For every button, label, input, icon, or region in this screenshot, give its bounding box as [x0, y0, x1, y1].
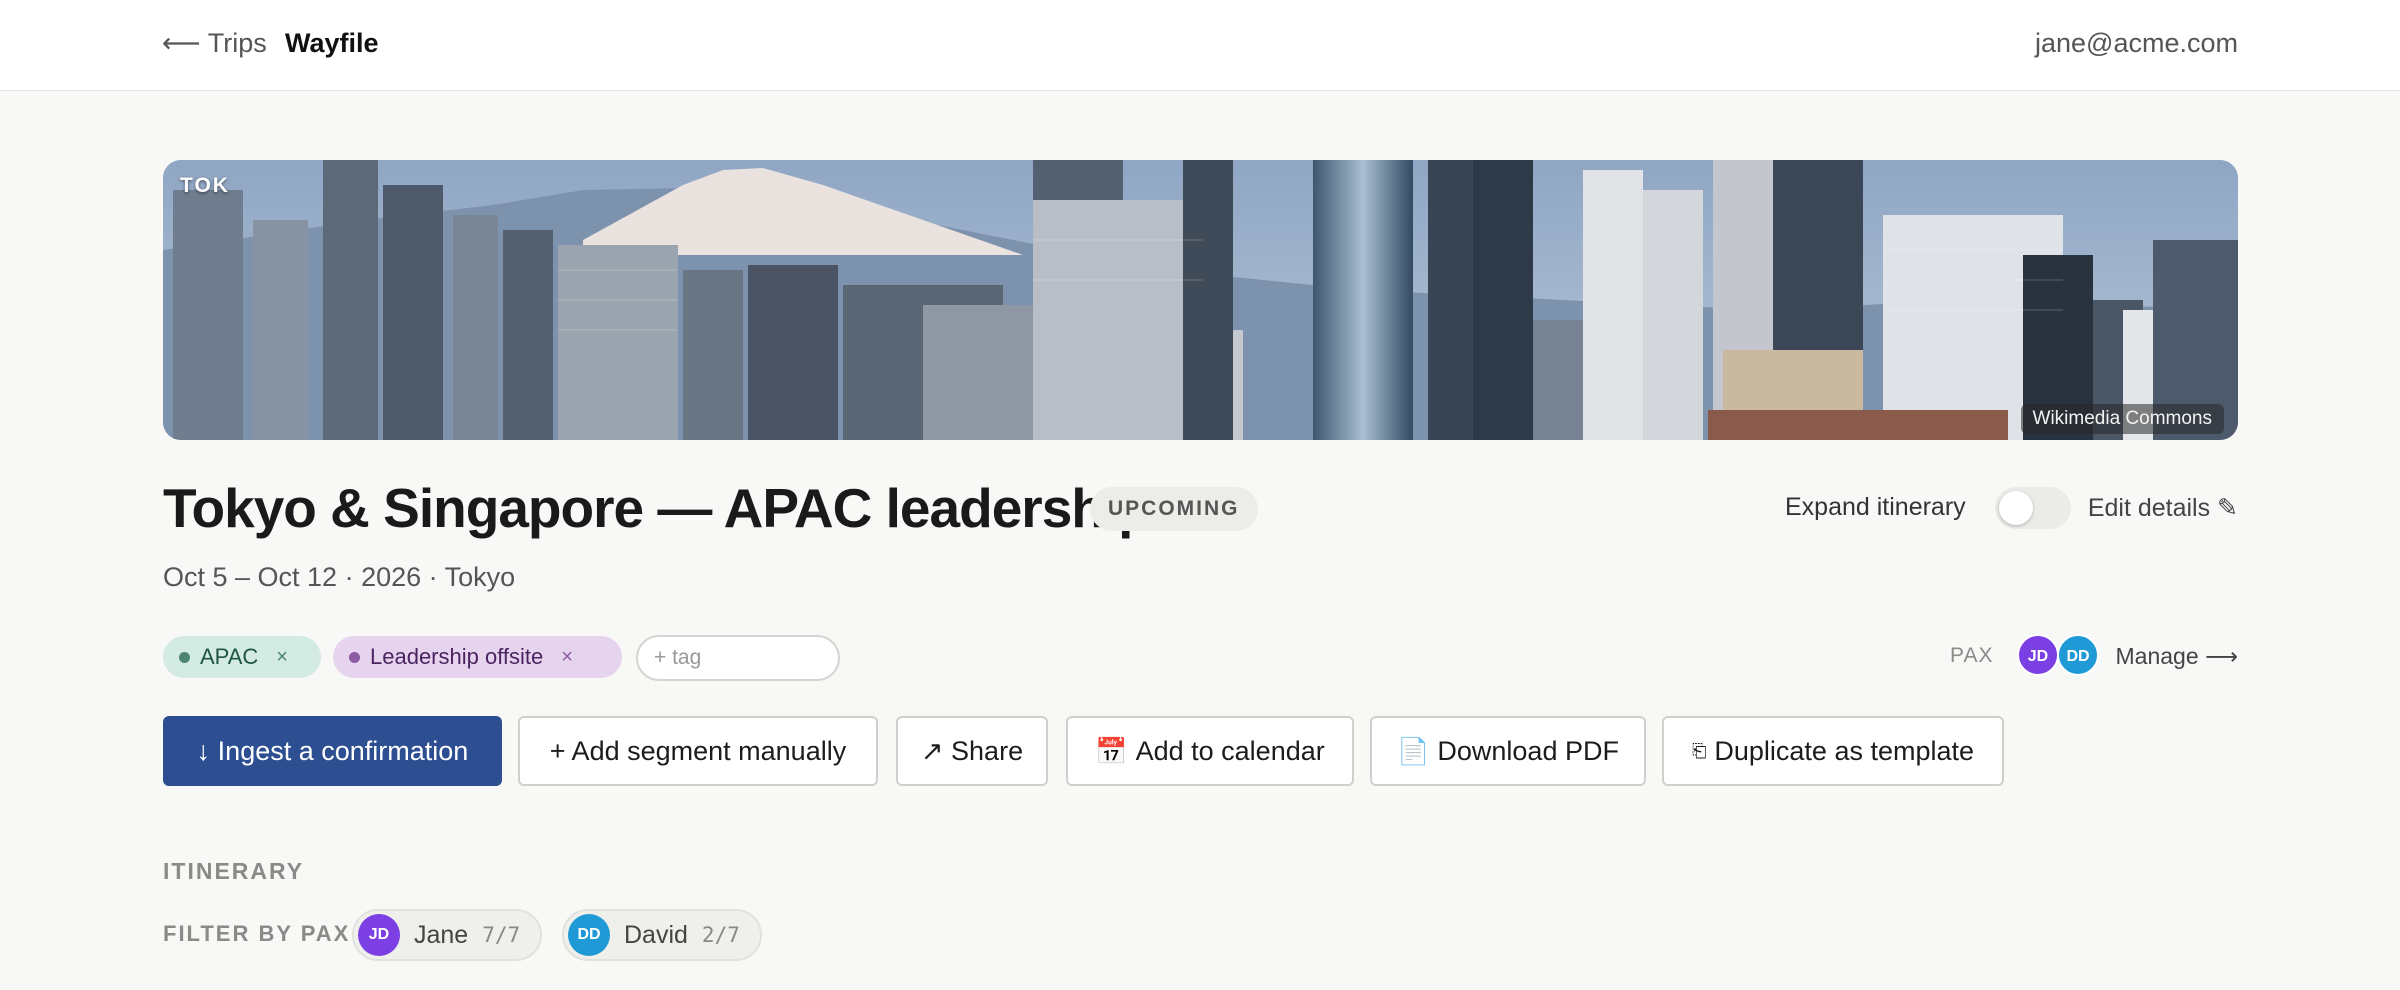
add-to-calendar-button[interactable]: 📅 Add to calendar	[1066, 716, 1354, 786]
status-badge: UPCOMING	[1090, 487, 1258, 531]
tag-label: APAC	[200, 644, 259, 669]
download-pdf-button[interactable]: 📄 Download PDF	[1370, 716, 1646, 786]
destination-code: TOK	[180, 174, 230, 197]
duplicate-template-button[interactable]: ⎗ Duplicate as template	[1662, 716, 2004, 786]
pax-filter-chip-jane[interactable]: JD Jane 7/7	[352, 909, 543, 961]
top-bar: ⟵ Trips Wayfile jane@acme.com	[0, 0, 2400, 91]
tag-label: Leadership offsite	[370, 644, 544, 669]
user-email[interactable]: jane@acme.com	[2035, 28, 2238, 59]
manage-pax-link[interactable]: Manage ⟶	[2116, 643, 2238, 670]
share-label: ↗ Share	[920, 735, 1024, 766]
trip-hero-image: TOK Wikimedia Commons	[163, 160, 2238, 440]
avatar: DD	[568, 914, 610, 956]
expand-itinerary-label: Expand itinerary	[1785, 493, 1966, 521]
trip-title: Tokyo & Singapore — APAC leadership	[163, 477, 1152, 539]
pax-filter-chip-david[interactable]: DD David 2/7	[562, 909, 762, 961]
copy-icon: ⎗	[1691, 740, 1707, 761]
pax-name: David	[624, 920, 688, 949]
avatar[interactable]: JD	[2017, 634, 2059, 676]
calendar-icon: 📅	[1095, 735, 1128, 766]
avatar[interactable]: DD	[2057, 634, 2099, 676]
add-segment-label: + Add segment manually	[549, 735, 847, 766]
tag-dot-icon	[179, 651, 190, 663]
toggle-knob	[1999, 491, 2033, 525]
ingest-label: ↓ Ingest a confirmation	[196, 735, 469, 766]
tag-apac[interactable]: APAC ×	[163, 636, 321, 678]
add-segment-button[interactable]: + Add segment manually	[518, 716, 878, 786]
edit-details-button[interactable]: Edit details ✎	[2088, 493, 2238, 523]
expand-itinerary-toggle[interactable]	[1995, 487, 2071, 529]
ingest-confirmation-button[interactable]: ↓ Ingest a confirmation	[163, 716, 502, 786]
remove-tag-icon[interactable]: ×	[276, 646, 288, 669]
share-button[interactable]: ↗ Share	[896, 716, 1048, 786]
remove-tag-icon[interactable]: ×	[561, 646, 573, 669]
avatar: JD	[358, 914, 400, 956]
image-credit[interactable]: Wikimedia Commons	[2020, 404, 2224, 434]
duplicate-template-label: Duplicate as template	[1714, 735, 1975, 766]
trip-dates-location: Oct 5 – Oct 12 · 2026 · Tokyo	[163, 562, 516, 592]
add-to-calendar-label: Add to calendar	[1135, 735, 1325, 766]
brand-logo[interactable]: Wayfile	[285, 28, 379, 59]
document-icon: 📄	[1397, 735, 1430, 766]
add-tag-input[interactable]: + tag	[636, 635, 840, 681]
tag-dot-icon	[349, 651, 360, 663]
tag-leadership-offsite[interactable]: Leadership offsite ×	[333, 636, 622, 678]
pax-segment-count: 2/7	[701, 923, 740, 947]
filter-by-pax-label: FILTER BY PAX	[163, 921, 351, 946]
tokyo-skyline-image	[163, 160, 2238, 440]
download-pdf-label: Download PDF	[1437, 735, 1619, 766]
itinerary-heading: ITINERARY	[163, 858, 305, 884]
pax-name: Jane	[414, 920, 469, 949]
pax-label: PAX	[1950, 644, 1994, 667]
pax-segment-count: 7/7	[482, 923, 521, 947]
back-to-trips-link[interactable]: ⟵ Trips	[162, 28, 267, 59]
